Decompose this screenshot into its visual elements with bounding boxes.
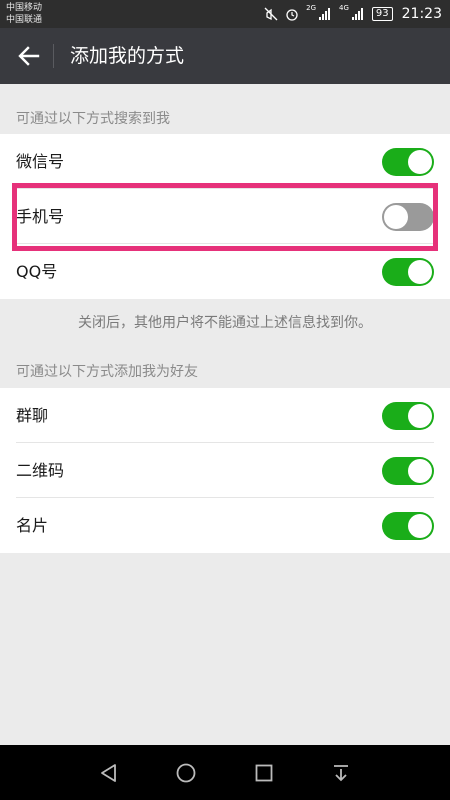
toggle-knob — [408, 404, 432, 428]
name-card-toggle[interactable] — [382, 512, 434, 540]
qr-code-toggle[interactable] — [382, 457, 434, 485]
wechat-id-label: 微信号 — [16, 152, 65, 171]
nav-home-button[interactable] — [172, 759, 200, 787]
back-arrow-icon — [18, 46, 40, 66]
name-card-label: 名片 — [16, 516, 49, 535]
network-type-2: 4G — [339, 3, 349, 12]
group-chat-toggle[interactable] — [382, 402, 434, 430]
page-title: 添加我的方式 — [70, 45, 185, 67]
list-item-qr-code[interactable]: 二维码 — [0, 443, 450, 498]
qr-code-label: 二维码 — [16, 461, 65, 480]
list-item-wechat-id[interactable]: 微信号 — [0, 134, 450, 189]
phone-number-label: 手机号 — [16, 207, 65, 226]
list-item-phone-number[interactable]: 手机号 — [0, 189, 450, 244]
toggle-knob — [408, 459, 432, 483]
toggle-knob — [408, 260, 432, 284]
qq-number-toggle[interactable] — [382, 258, 434, 286]
mute-icon — [264, 7, 278, 21]
title-divider — [53, 44, 54, 68]
title-bar: 添加我的方式 — [0, 28, 450, 84]
add-options-list: 群聊 二维码 名片 — [0, 388, 450, 553]
list-item-name-card[interactable]: 名片 — [0, 498, 450, 553]
nav-back-button[interactable] — [95, 759, 123, 787]
alarm-icon — [285, 7, 299, 21]
toggle-knob — [408, 514, 432, 538]
search-section-header: 可通过以下方式搜索到我 — [16, 111, 170, 127]
add-section-header: 可通过以下方式添加我为好友 — [16, 364, 198, 380]
search-note: 关闭后，其他用户将不能通过上述信息找到你。 — [78, 315, 372, 331]
search-options-list: 微信号 手机号 QQ号 — [0, 134, 450, 299]
phone-number-toggle[interactable] — [382, 203, 434, 231]
circle-home-icon — [176, 763, 196, 783]
qq-number-label: QQ号 — [16, 262, 58, 281]
clock: 21:23 — [401, 6, 442, 22]
signal-icon-2 — [351, 7, 365, 21]
status-icons: 2G 4G 93 21:23 — [264, 0, 442, 28]
toggle-knob — [408, 150, 432, 174]
pull-down-icon — [334, 765, 348, 782]
toggle-knob — [384, 205, 408, 229]
nav-recents-button[interactable] — [250, 759, 278, 787]
signal-icon-1 — [318, 7, 332, 21]
battery-indicator: 93 — [371, 7, 393, 21]
carrier-1: 中国移动 — [6, 3, 43, 13]
carrier-info: 中国移动 中国联通 — [6, 2, 42, 26]
carrier-2: 中国联通 — [6, 15, 43, 25]
network-type-1: 2G — [306, 3, 317, 12]
status-bar: 中国移动 中国联通 2G 4G 93 21:23 — [0, 0, 450, 28]
triangle-back-icon — [101, 764, 116, 782]
nav-notification-button[interactable] — [327, 759, 355, 787]
wechat-id-toggle[interactable] — [382, 148, 434, 176]
system-nav-bar — [0, 745, 450, 800]
list-item-qq-number[interactable]: QQ号 — [0, 244, 450, 299]
back-button[interactable] — [12, 39, 46, 73]
group-chat-label: 群聊 — [16, 406, 49, 425]
square-recents-icon — [255, 764, 273, 782]
list-item-group-chat[interactable]: 群聊 — [0, 388, 450, 443]
